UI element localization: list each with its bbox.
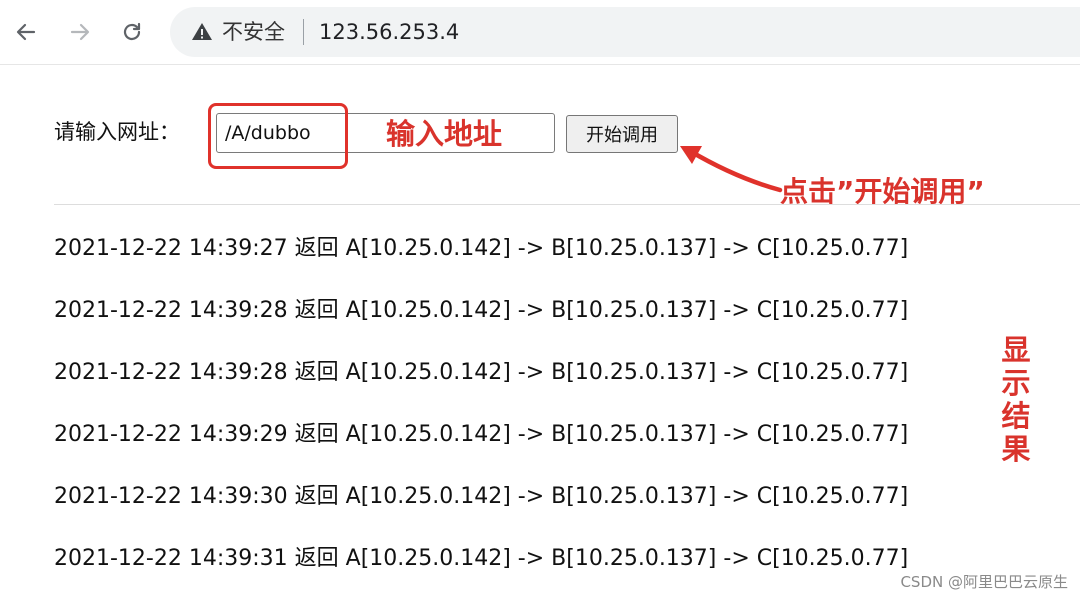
divider-line — [54, 204, 1080, 205]
url-text[interactable]: 123.56.253.4 — [319, 17, 459, 47]
annotation-arrow-icon — [680, 146, 783, 193]
click-start-annotation: 点击”开始调用” — [780, 175, 985, 208]
result-line: 2021-12-22 14:39:30 返回 A[10.25.0.142] ->… — [54, 484, 909, 509]
result-line: 2021-12-22 14:39:27 返回 A[10.25.0.142] ->… — [54, 236, 909, 261]
start-call-button[interactable]: 开始调用 — [566, 115, 678, 153]
result-line: 2021-12-22 14:39:28 返回 A[10.25.0.142] ->… — [54, 298, 909, 323]
screenshot-root: 不安全 123.56.253.4 请输入网址： 输入地址 开始调用 点击”开始调… — [0, 0, 1080, 597]
url-input-label: 请输入网址： — [54, 120, 180, 144]
watermark: CSDN @阿里巴巴云原生 — [900, 573, 1068, 591]
back-button[interactable] — [8, 14, 44, 50]
url-input[interactable] — [216, 113, 555, 153]
show-result-annotation: 显示结果 — [1001, 333, 1031, 466]
result-line: 2021-12-22 14:39:28 返回 A[10.25.0.142] ->… — [54, 360, 909, 385]
reload-button[interactable] — [114, 14, 150, 50]
browser-toolbar: 不安全 123.56.253.4 — [0, 0, 1080, 65]
arrow-left-icon — [16, 23, 36, 41]
arrow-right-icon — [70, 23, 90, 41]
results-list: 2021-12-22 14:39:27 返回 A[10.25.0.142] ->… — [54, 226, 994, 597]
security-status-label[interactable]: 不安全 — [222, 17, 285, 47]
reload-icon — [123, 22, 141, 41]
address-divider — [303, 19, 304, 45]
warning-icon[interactable] — [190, 20, 214, 44]
address-bar[interactable]: 不安全 123.56.253.4 — [170, 7, 1080, 57]
result-line: 2021-12-22 14:39:31 返回 A[10.25.0.142] ->… — [54, 546, 909, 571]
forward-button[interactable] — [62, 14, 98, 50]
result-line: 2021-12-22 14:39:29 返回 A[10.25.0.142] ->… — [54, 422, 909, 447]
